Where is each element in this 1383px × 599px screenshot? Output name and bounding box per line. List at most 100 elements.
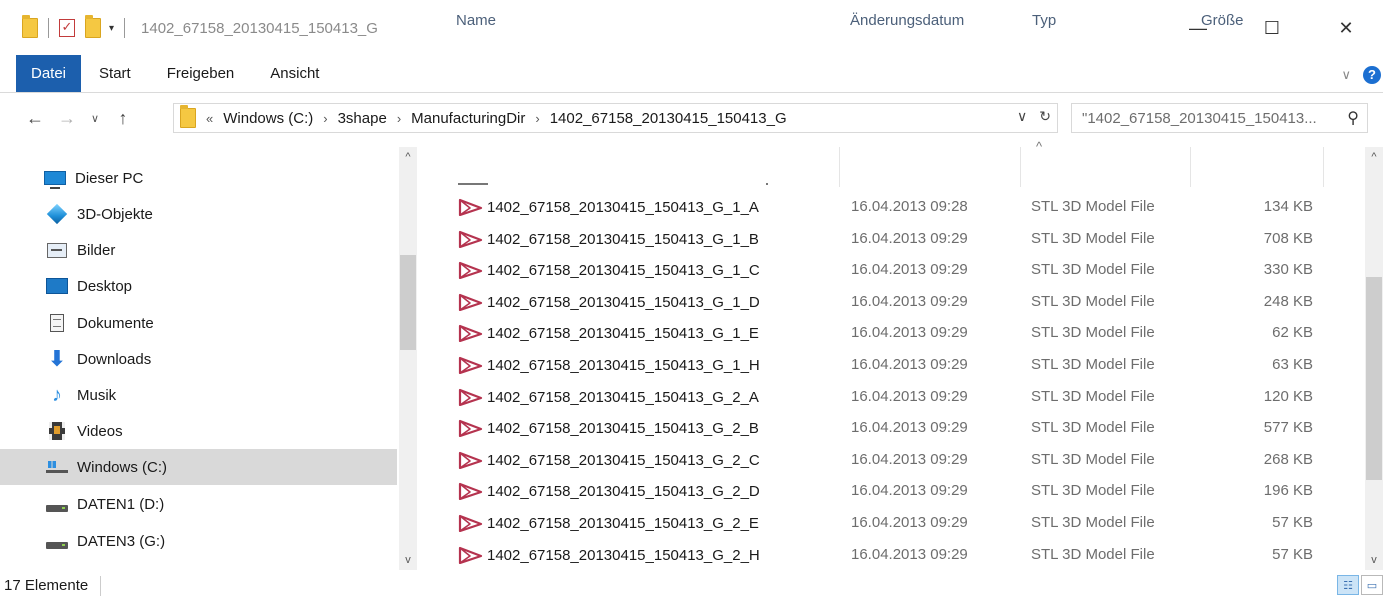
table-row[interactable]: 1402_67158_20130415_150413_G_1_D 16.04.20… [441, 287, 1361, 318]
file-name-cell[interactable]: 1402_67158_20130415_150413_G_2_H [457, 546, 760, 564]
sidebar-item-daten1-d[interactable]: DATEN1 (D:) [0, 486, 397, 522]
column-header-date[interactable]: Änderungsdatum [850, 0, 964, 40]
stl-file-icon [458, 356, 483, 374]
breadcrumb-separator[interactable]: › [535, 111, 539, 126]
sidebar-item-documents[interactable]: Dokumente [0, 305, 397, 341]
scroll-up-arrow-icon[interactable]: ^ [1365, 151, 1383, 163]
documents-icon [46, 313, 68, 333]
sidebar-item-label: Windows (C:) [77, 458, 168, 476]
sidebar-item-videos[interactable]: Videos [0, 413, 397, 449]
table-row[interactable]: 1402_67158_20130415_150413_G_2_H 16.04.20… [441, 540, 1361, 571]
expand-ribbon-icon[interactable]: ∨ [1341, 67, 1351, 83]
sidebar-item-music[interactable]: ♪ Musik [0, 377, 397, 413]
new-folder-icon[interactable] [85, 15, 101, 38]
column-header-name[interactable]: Name [456, 0, 496, 40]
breadcrumb-separator[interactable]: › [323, 111, 327, 126]
refresh-icon[interactable]: ↻ [1039, 108, 1051, 125]
large-icons-view-icon[interactable]: ▭ [1361, 575, 1383, 595]
scroll-up-arrow-icon[interactable]: ^ [399, 151, 417, 163]
breadcrumb-manufacturingdir[interactable]: ManufacturingDir [411, 110, 525, 127]
navigation-pane: Dieser PC 3D-Objekte Bilder Desktop Doku… [0, 147, 417, 570]
sidebar-item-daten3-g[interactable]: DATEN3 (G:) [0, 523, 397, 559]
help-icon[interactable]: ? [1363, 65, 1381, 84]
close-button[interactable]: ✕ [1309, 0, 1383, 56]
table-row[interactable]: 1402_67158_20130415_150413_G_1_H 16.04.20… [441, 350, 1361, 381]
column-divider[interactable] [1020, 147, 1021, 187]
file-name-cell[interactable]: 1402_67158_20130415_150413_G_1_D [457, 293, 760, 311]
breadcrumb-current-folder[interactable]: 1402_67158_20130415_150413_G [550, 110, 787, 127]
search-placeholder: "1402_67158_20130415_150413... [1082, 109, 1317, 127]
download-icon: ⬇ [47, 346, 67, 371]
back-button[interactable]: ← [22, 108, 48, 129]
tab-start[interactable]: Start [81, 55, 149, 92]
sidebar-item-pictures[interactable]: Bilder [0, 232, 397, 268]
maximize-button[interactable]: ☐ [1235, 0, 1309, 56]
sidebar-item-downloads[interactable]: ⬇ Downloads [0, 341, 397, 377]
column-divider[interactable] [1190, 147, 1191, 187]
sidebar-item-desktop[interactable]: Desktop [0, 268, 397, 304]
table-row[interactable]: 1402_67158_20130415_150413_G_1_E 16.04.20… [441, 318, 1361, 349]
sort-ascending-icon: ^ [1036, 139, 1043, 154]
recent-locations-button[interactable]: ∨ [82, 112, 108, 125]
sidebar-item-windows-c[interactable]: Windows (C:) [0, 449, 397, 485]
sidebar-item-3d-objects[interactable]: 3D-Objekte [0, 196, 397, 232]
file-type: STL 3D Model File [1031, 451, 1155, 468]
table-row[interactable]: 1402_67158_20130415_150413_G_2_B 16.04.20… [441, 413, 1361, 444]
scrollbar-thumb[interactable] [1366, 277, 1382, 480]
tab-file[interactable]: Datei [16, 55, 82, 92]
table-row[interactable]: 1402_67158_20130415_150413_G_2_A 16.04.20… [441, 382, 1361, 413]
table-row[interactable]: 1402_67158_20130415_150413_G_1_C 16.04.20… [441, 255, 1361, 286]
scrollbar-thumb[interactable] [400, 255, 416, 350]
folder-icon[interactable] [22, 15, 38, 38]
file-name: 1402_67158_20130415_150413_G_2_C [487, 451, 760, 469]
file-date: 16.04.2013 09:29 [851, 293, 968, 310]
navigation-pane-scrollbar[interactable]: ^ v [399, 147, 417, 570]
breadcrumb-separator[interactable]: › [397, 111, 401, 126]
table-row[interactable]: 1402_67158_20130415_150413_G_2_C 16.04.20… [441, 445, 1361, 476]
file-name-cell[interactable]: 1402_67158_20130415_150413_G_1_E [457, 324, 759, 342]
breadcrumb-3shape[interactable]: 3shape [338, 110, 387, 127]
address-dropdown-icon[interactable]: ∨ [1017, 108, 1027, 125]
scroll-down-arrow-icon[interactable]: v [399, 554, 417, 566]
file-size: 57 KB [1272, 546, 1313, 563]
table-row[interactable]: 1402_67158_20130415_150413_G_1_A 16.04.20… [441, 192, 1361, 223]
stl-file-icon [458, 261, 483, 279]
column-divider[interactable] [839, 147, 840, 187]
properties-icon[interactable]: ✓ [59, 19, 75, 37]
file-name-cell[interactable]: 1402_67158_20130415_150413_G_2_C [457, 451, 760, 469]
file-list-scrollbar[interactable]: ^ v [1365, 147, 1383, 570]
file-name-cell[interactable]: 1402_67158_20130415_150413_G_1_B [457, 230, 759, 248]
sidebar-item-this-pc[interactable]: Dieser PC [0, 160, 397, 196]
search-icon[interactable]: ⚲ [1347, 108, 1359, 128]
file-name-cell[interactable]: 1402_67158_20130415_150413_G_1_A [457, 198, 759, 216]
file-name-cell[interactable]: 1402_67158_20130415_150413_G_1_H [457, 356, 760, 374]
forward-button[interactable]: → [54, 108, 80, 129]
file-name-cell[interactable]: 1402_67158_20130415_150413_G_2_E [457, 514, 759, 532]
address-bar[interactable]: « Windows (C:) › 3shape › ManufacturingD… [173, 103, 1058, 133]
file-size: 57 KB [1272, 514, 1313, 531]
file-type: STL 3D Model File [1031, 293, 1155, 310]
sidebar-item-label: 3D-Objekte [77, 205, 153, 223]
column-header-size[interactable]: Größe [1201, 0, 1244, 40]
file-name-cell[interactable]: 1402_67158_20130415_150413_G_2_A [457, 388, 759, 406]
window-title: 1402_67158_20130415_150413_G [141, 19, 378, 37]
up-button[interactable]: ↑ [110, 108, 136, 129]
table-row[interactable]: 1402_67158_20130415_150413_G_1_B 16.04.20… [441, 224, 1361, 255]
column-divider[interactable] [1323, 147, 1324, 187]
customize-toolbar-dropdown[interactable]: ▾ [109, 23, 114, 34]
scroll-down-arrow-icon[interactable]: v [1365, 554, 1383, 566]
tab-share[interactable]: Freigeben [149, 55, 253, 92]
search-input[interactable]: "1402_67158_20130415_150413... ⚲ [1071, 103, 1368, 133]
file-size: 134 KB [1263, 198, 1313, 215]
details-view-icon[interactable]: ☷ [1337, 575, 1359, 595]
tab-view[interactable]: Ansicht [252, 55, 337, 92]
file-name-cell[interactable]: 1402_67158_20130415_150413_G_1_C [457, 261, 760, 279]
table-row[interactable]: 1402_67158_20130415_150413_G_2_E 16.04.20… [441, 508, 1361, 539]
file-name-cell[interactable]: 1402_67158_20130415_150413_G_2_B [457, 419, 759, 437]
file-type: STL 3D Model File [1031, 230, 1155, 247]
column-header-type[interactable]: Typ [1032, 0, 1056, 40]
address-overflow[interactable]: « [206, 111, 213, 126]
file-name-cell[interactable]: 1402_67158_20130415_150413_G_2_D [457, 482, 760, 500]
breadcrumb-windows-c[interactable]: Windows (C:) [223, 110, 313, 127]
table-row[interactable]: 1402_67158_20130415_150413_G_2_D 16.04.20… [441, 476, 1361, 507]
